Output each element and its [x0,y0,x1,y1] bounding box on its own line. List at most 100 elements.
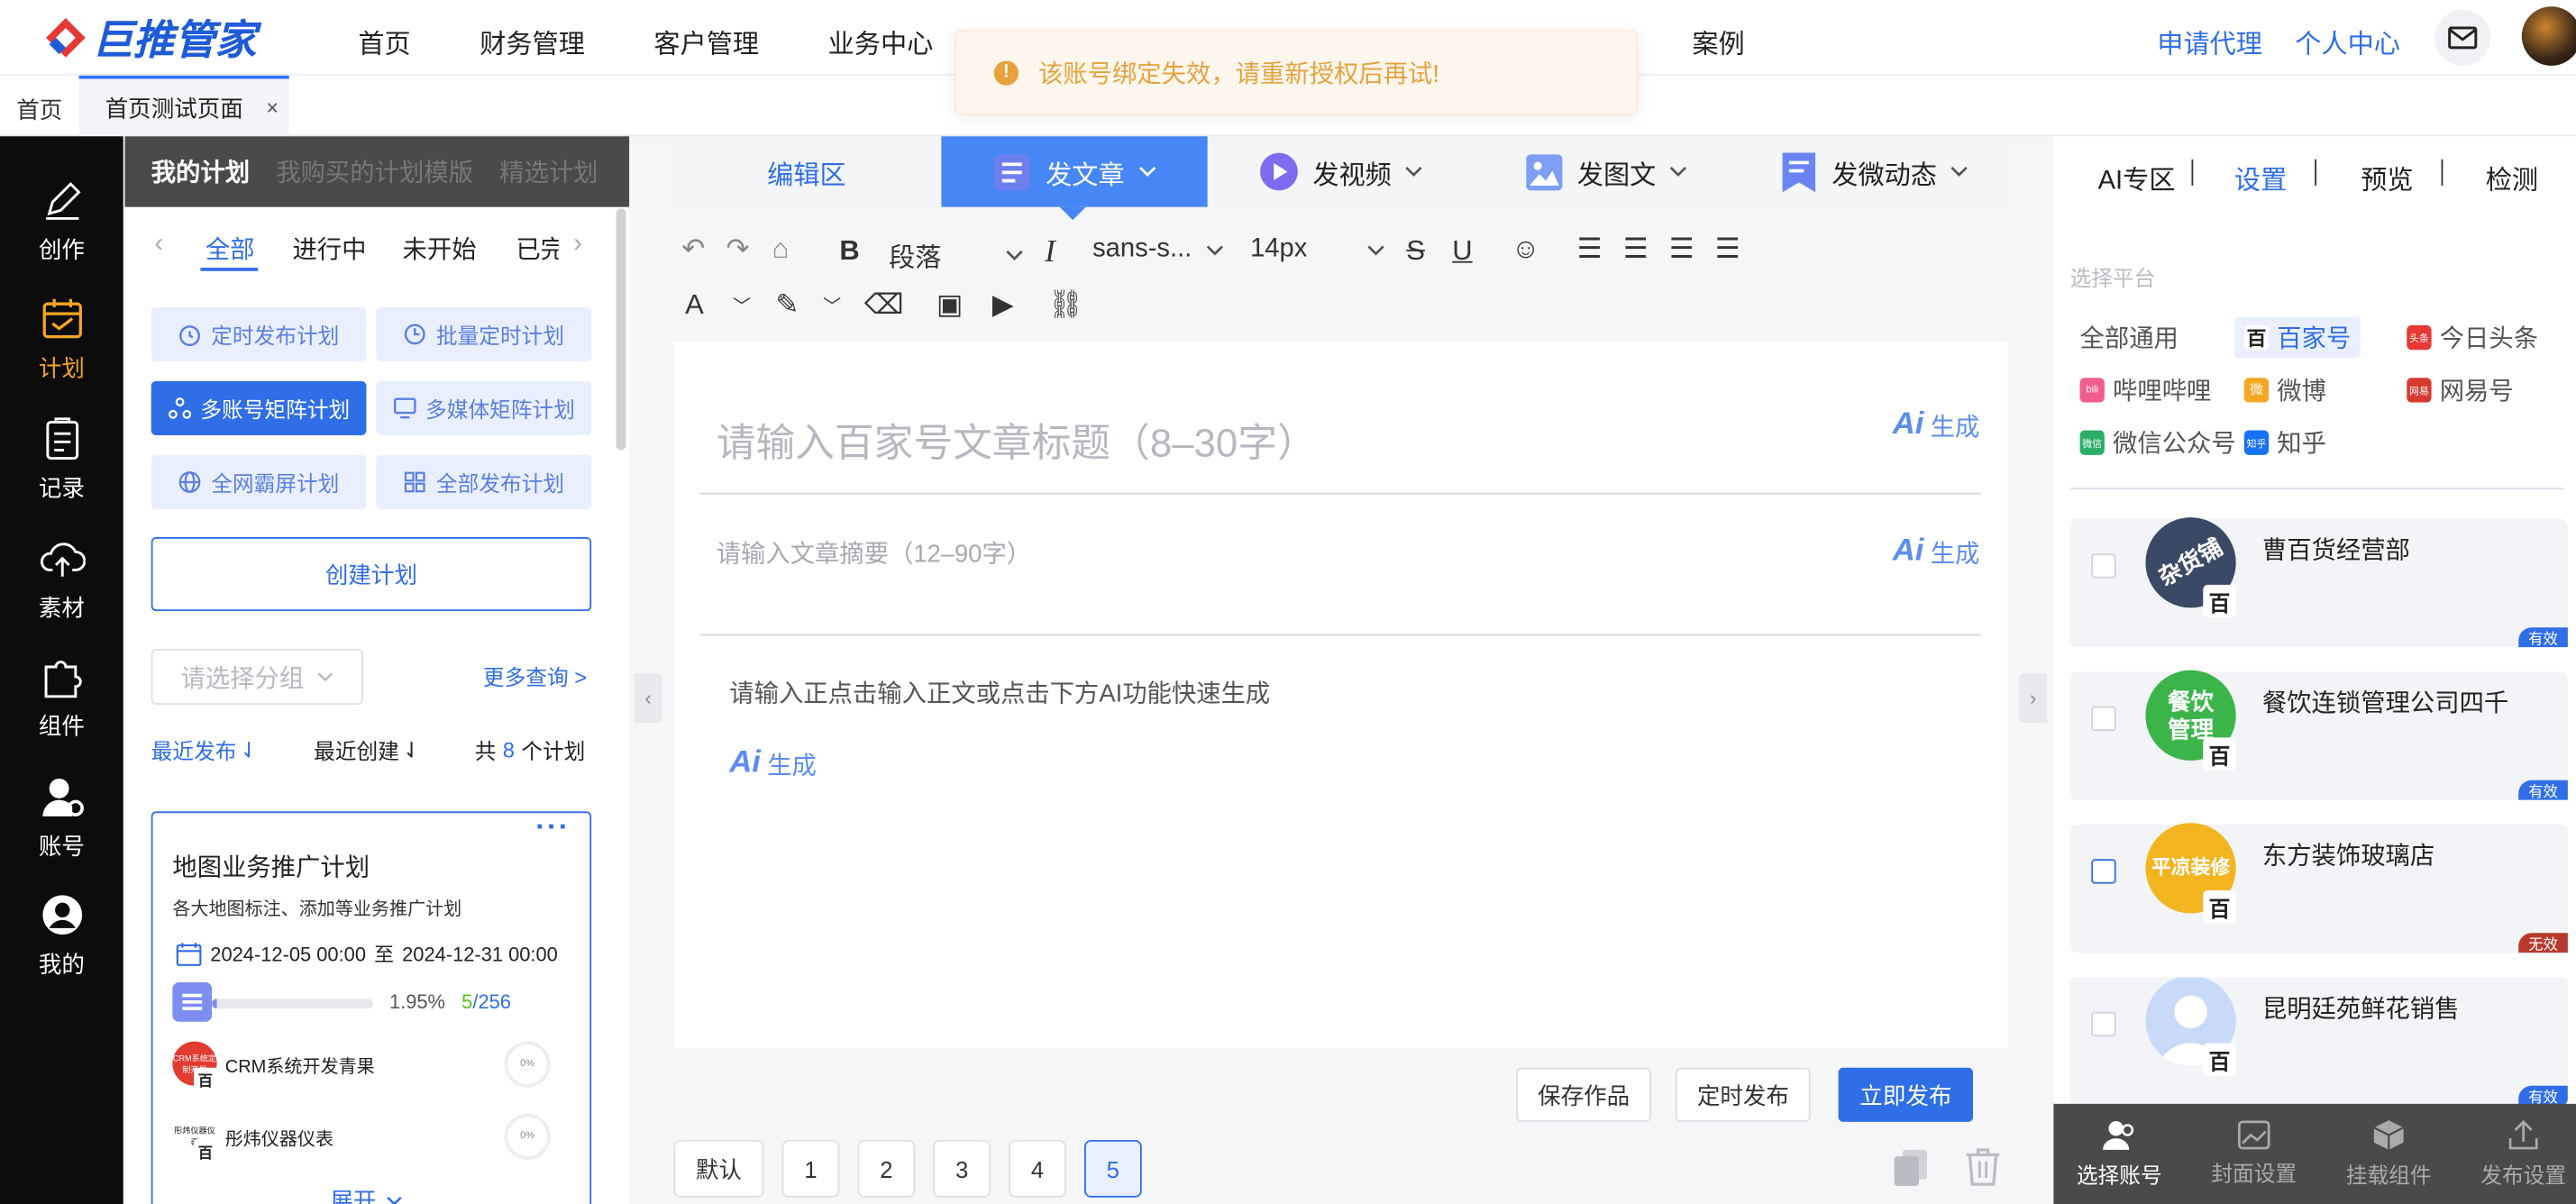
cover-settings-tab[interactable]: 封面设置 [2188,1104,2320,1204]
sidebar-item-materials[interactable]: 素材 [0,535,123,634]
account-checkbox[interactable] [2091,553,2116,579]
page-1[interactable]: 1 [781,1139,840,1198]
tab-current[interactable]: 首页测试页面 × [78,75,289,137]
status-tab-not-started[interactable]: 未开始 [403,232,477,266]
publish-now-button[interactable]: 立即发布 [1838,1067,1974,1122]
group-select[interactable]: 请选择分组 [151,648,363,705]
page-3[interactable]: 3 [933,1139,991,1198]
account-item[interactable]: 平凉装修 百 东方装饰玻璃店 无效 [2069,823,2568,953]
ai-generate-title-button[interactable]: Ai 生成 [1893,407,1980,443]
platform-netease[interactable]: 网易 网易号 [2407,373,2514,407]
mail-button[interactable] [2434,9,2491,66]
bold-icon[interactable]: B [839,235,859,268]
tab-close-icon[interactable]: × [266,96,279,120]
create-plan-button[interactable]: 创建计划 [151,537,592,612]
align-center-icon[interactable]: ☰ [1623,233,1649,266]
nav-business[interactable]: 业务中心 [828,22,934,61]
batch-timed-plan-button[interactable]: 批量定时计划 [376,306,592,361]
all-publish-plan-button[interactable]: 全部发布计划 [376,454,592,510]
sidebar-item-plan[interactable]: 计划 [0,296,123,394]
sidebar-item-components[interactable]: 组件 [0,653,123,752]
sidebar-item-create[interactable]: 创作 [0,178,123,276]
brand-logo[interactable]: 巨推管家 [42,14,256,64]
platform-toutiao[interactable]: 头条 今日头条 [2407,320,2538,354]
tab-home[interactable]: 首页 [16,94,62,126]
tab-preview[interactable]: 预览 [2361,158,2413,197]
expand-button[interactable]: 展开 [330,1184,402,1204]
sidebar-item-accounts[interactable]: 账号 [0,773,123,871]
status-tab-all[interactable]: 全部 [206,232,255,266]
sidebar-item-mine[interactable]: 我的 [0,892,123,990]
undo-icon[interactable]: ↶ [681,233,705,266]
platform-weibo[interactable]: 微微博 [2243,373,2326,407]
link-icon[interactable]: ⛓ [1048,289,1083,322]
page-default[interactable]: 默认 [673,1139,764,1198]
page-4[interactable]: 4 [1009,1139,1066,1198]
highlight-pen-icon[interactable]: ✎ [775,289,799,322]
insert-image-icon[interactable]: ▣ [936,289,963,322]
sort-recent-publish[interactable]: 最近发布 ⇃ [151,734,258,766]
title-input[interactable]: 请输入百家号文章标题（8–30字） [717,411,1317,469]
underline-icon[interactable]: U [1452,235,1472,268]
emoji-icon[interactable]: ☺ [1512,233,1540,266]
platform-baijiahao[interactable]: 百百家号 [2233,316,2361,359]
align-right-icon[interactable]: ☰ [1669,233,1694,266]
more-query-link[interactable]: 更多查询 > [483,661,587,692]
nav-finance[interactable]: 财务管理 [480,22,585,61]
body-editor[interactable]: 请输入正点击输入正文或点击下方AI功能快速生成 [729,675,1270,709]
sort-recent-create[interactable]: 最近创建 ⇃ [314,734,420,766]
tab-purchased-templates[interactable]: 我购买的计划模版 [276,154,473,188]
align-left-icon[interactable]: ☰ [1577,233,1603,266]
nav-cases[interactable]: 案例 [1692,22,1744,61]
schedule-publish-button[interactable]: 定时发布 [1676,1067,1811,1122]
tab-my-plans[interactable]: 我的计划 [151,154,250,188]
mount-component-tab[interactable]: 挂载组件 [2323,1104,2454,1204]
more-options-icon[interactable]: ··· [535,810,570,844]
tab-publish-article[interactable]: 发文章 [941,136,1208,207]
account-checkbox[interactable] [2091,1011,2116,1037]
plan-card[interactable]: ··· 地图业务推广计划 各大地图标注、添加等业务推广计划 2024-12-05… [151,810,592,1204]
eraser-icon[interactable]: ⌫ [864,289,904,322]
status-tab-running[interactable]: 进行中 [292,232,366,266]
chevron-left-icon[interactable]: ‹ [154,230,163,260]
tab-publish-video[interactable]: 发视频 [1258,136,1422,206]
italic-icon[interactable]: I [1045,235,1055,271]
redo-icon[interactable]: ↷ [726,233,750,266]
strikethrough-icon[interactable]: S [1406,235,1425,268]
save-work-button[interactable]: 保存作品 [1516,1067,1651,1122]
sidebar-item-records[interactable]: 记录 [0,415,123,514]
account-item[interactable]: 餐饮管理 百 餐饮连锁管理公司四千 有效 [2069,670,2568,800]
personal-center-link[interactable]: 个人中心 [2295,22,2400,61]
format-painter-icon[interactable]: ⌂ [772,233,790,266]
publish-settings-tab[interactable]: 发布设置 [2458,1104,2576,1204]
apply-agent-link[interactable]: 申请代理 [2157,22,2262,61]
chevron-down-icon[interactable]: ﹀ [733,292,751,318]
align-justify-icon[interactable]: ☰ [1715,233,1740,266]
page-5[interactable]: 5 [1083,1139,1142,1198]
collapse-right-button[interactable]: › [2019,673,2048,723]
account-item[interactable]: 杂货铺 百 曹百货经营部 有效 [2069,500,2568,648]
tab-edit-area[interactable]: 编辑区 [673,136,939,206]
collapse-left-button[interactable]: ‹ [634,673,662,723]
ai-generate-body-button[interactable]: Ai 生成 [729,746,817,782]
ai-generate-summary-button[interactable]: Ai 生成 [1893,534,1980,570]
platform-zhihu[interactable]: 知乎 知乎 [2243,425,2326,460]
tab-check[interactable]: 检测 [2486,158,2538,197]
summary-input[interactable]: 请输入文章摘要（12–90字） [717,535,1031,570]
tab-publish-micro[interactable]: 发微动态 [1779,136,1969,206]
tab-publish-image-text[interactable]: 发图文 [1524,136,1687,206]
full-network-plan-button[interactable]: 全网霸屏计划 [151,454,367,510]
font-size-select[interactable]: 14px [1250,235,1384,265]
insert-video-icon[interactable]: ▶ [992,289,1014,322]
plan-scrollbar[interactable] [616,208,626,451]
user-avatar[interactable] [2521,6,2576,66]
multi-media-matrix-button[interactable]: 多媒体矩阵计划 [376,380,592,436]
copy-icon[interactable] [1893,1148,1929,1188]
account-checkbox[interactable] [2091,706,2116,732]
tab-settings[interactable]: 设置 [2234,158,2287,197]
select-account-tab[interactable]: 选择账号 [2053,1104,2185,1204]
multi-account-matrix-button[interactable]: 多账号矩阵计划 [151,380,367,436]
platform-all[interactable]: 全部通用 [2080,320,2179,354]
account-checkbox[interactable] [2091,859,2116,884]
tab-featured-plans[interactable]: 精选计划 [499,154,598,188]
